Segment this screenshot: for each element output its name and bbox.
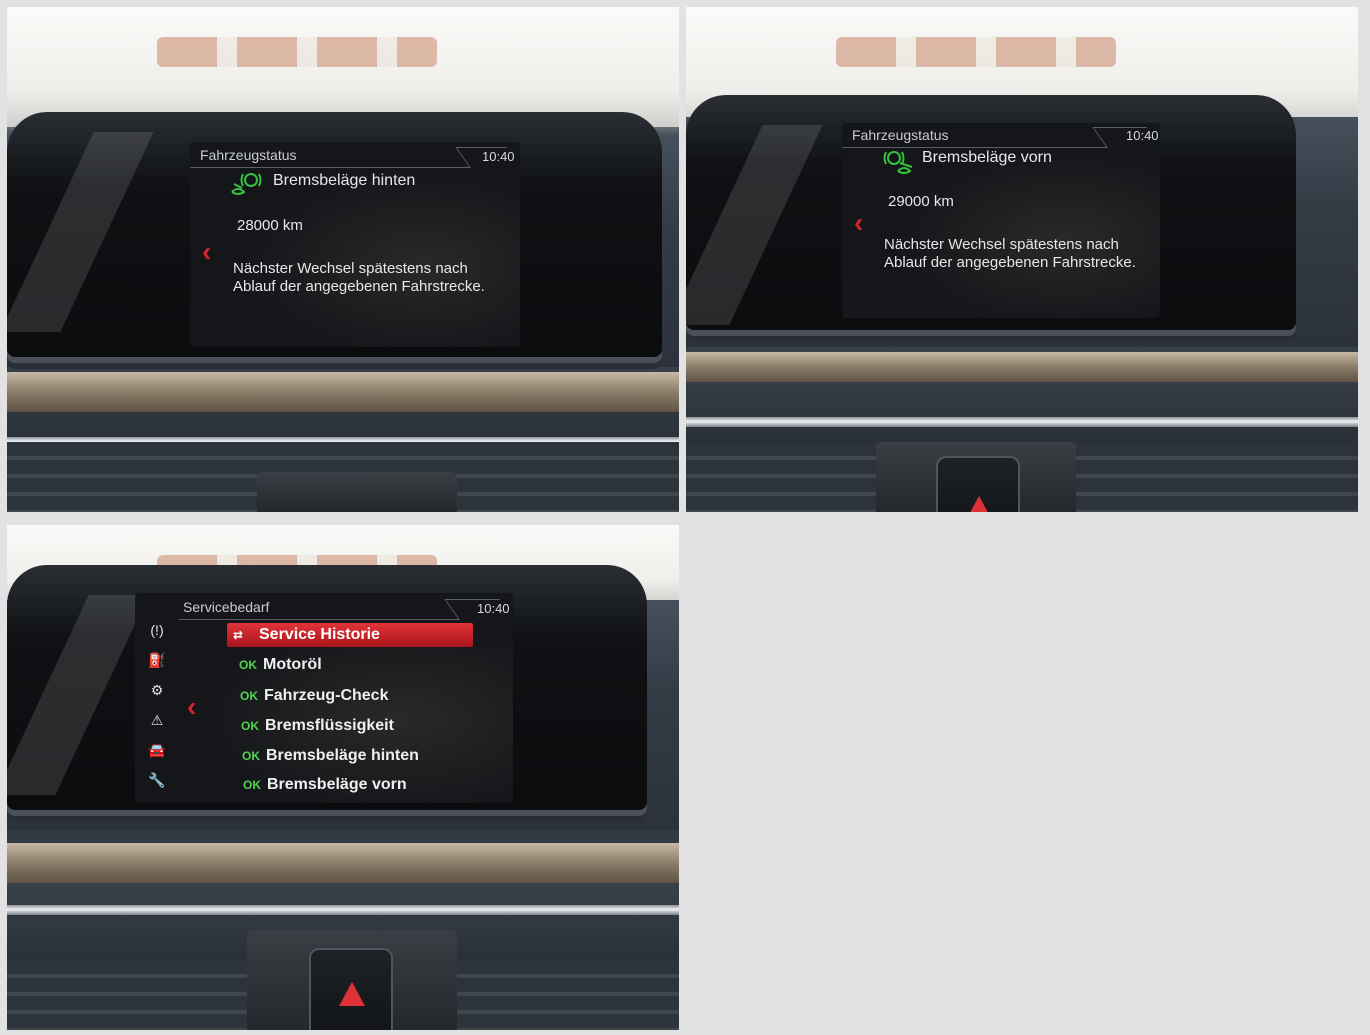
back-chevron-icon[interactable]: ‹ [854,209,863,237]
brake-pad-front-icon [883,151,913,174]
status-ok-badge: OK [240,689,258,703]
header-title: Servicebedarf [183,599,270,615]
dashboard-trim [686,352,1358,382]
wrench-icon[interactable]: 🔧 [139,765,175,795]
dashboard-trim [7,843,679,883]
screen-bezel: Fahrzeugstatus 10:40 Bremsbeläge vorn 29… [686,95,1296,330]
dashboard-trim [7,372,679,412]
vehicle-check-icon[interactable]: ⚙ [139,675,175,705]
hazard-console [257,472,457,512]
list-item-label: Bremsflüssigkeit [265,717,394,734]
item-title: Bremsbeläge vorn [922,149,1052,166]
glass-reflection [7,595,149,795]
header-time: 10:40 [482,149,515,164]
item-message: Nächster Wechsel spätestens nach Ablauf … [884,236,1136,271]
list-item-bremsbelaege-hinten[interactable]: OK Bremsbeläge hinten [242,744,419,768]
header-time: 10:40 [1126,128,1159,143]
photo-panel-3: (!) ⛽ ⚙ ⚠ 🚘 🔧 Servicebedarf 10:40 ‹ ⇄ Se… [7,525,679,1030]
header-title: Fahrzeugstatus [852,127,949,143]
item-distance: 29000 km [888,193,954,210]
display-screen: (!) ⛽ ⚙ ⚠ 🚘 🔧 Servicebedarf 10:40 ‹ ⇄ Se… [135,593,513,803]
item-message: Nächster Wechsel spätestens nach Ablauf … [233,260,485,295]
oil-can-icon[interactable]: ⛽ [139,645,175,675]
list-item-fahrzeug-check[interactable]: OK Fahrzeug-Check [240,684,388,708]
warning-triangle-icon[interactable]: ⚠ [139,705,175,735]
header-rule [842,147,1107,148]
empty-collage-cell [686,525,1358,1030]
list-item-service-historie[interactable]: ⇄ Service Historie [227,623,473,647]
glass-reflection [7,132,154,332]
item-distance: 28000 km [237,217,303,234]
screen-bezel: Fahrzeugstatus 10:40 Bremsbeläge hinten … [7,112,662,357]
hazard-triangle-icon [966,496,992,512]
brake-pad-rear-icon [231,173,262,195]
photo-panel-2: Fahrzeugstatus 10:40 Bremsbeläge vorn 29… [686,7,1358,512]
item-title: Bremsbeläge hinten [273,172,416,189]
header-title: Fahrzeugstatus [200,147,297,163]
side-icon-column: (!) ⛽ ⚙ ⚠ 🚘 🔧 [139,615,175,795]
list-item-label: Service Historie [259,626,380,643]
display-screen: Fahrzeugstatus 10:40 Bremsbeläge hinten … [190,142,520,347]
status-ok-badge: OK [241,719,259,733]
list-item-label: Bremsbeläge vorn [267,776,407,793]
status-ok-badge: OK [239,658,257,672]
list-item-label: Bremsbeläge hinten [266,747,419,764]
list-item-label: Fahrzeug-Check [264,687,389,704]
back-chevron-icon[interactable]: ‹ [202,238,211,266]
status-ok-badge: OK [243,778,261,792]
list-item-label: Motoröl [263,656,322,673]
status-ok-badge: OK [242,749,260,763]
header-rule [190,167,470,168]
service-history-icon: ⇄ [233,628,244,642]
hazard-button[interactable] [309,948,393,1030]
hazard-console [876,442,1076,512]
hazard-button[interactable] [936,456,1020,512]
back-chevron-icon[interactable]: ‹ [187,693,196,721]
list-item-bremsbelaege-vorn[interactable]: OK Bremsbeläge vorn [243,773,407,797]
list-item-motoroel[interactable]: OK Motoröl [239,653,322,677]
chrome-strip [686,417,1358,427]
list-item-bremsfluessigkeit[interactable]: OK Bremsflüssigkeit [241,714,394,738]
chrome-strip [7,905,679,915]
glass-reflection [686,125,823,325]
photo-panel-1: Fahrzeugstatus 10:40 Bremsbeläge hinten … [7,7,679,512]
car-service-icon[interactable]: 🚘 [139,735,175,765]
screen-bezel: (!) ⛽ ⚙ ⚠ 🚘 🔧 Servicebedarf 10:40 ‹ ⇄ Se… [7,565,647,810]
header-rule [179,619,459,620]
hazard-console [247,930,457,1030]
tire-pressure-icon[interactable]: (!) [139,615,175,645]
display-screen: Fahrzeugstatus 10:40 Bremsbeläge vorn 29… [842,123,1160,318]
hazard-triangle-icon [339,982,365,1006]
window-background [7,7,679,127]
header-time: 10:40 [477,601,510,616]
